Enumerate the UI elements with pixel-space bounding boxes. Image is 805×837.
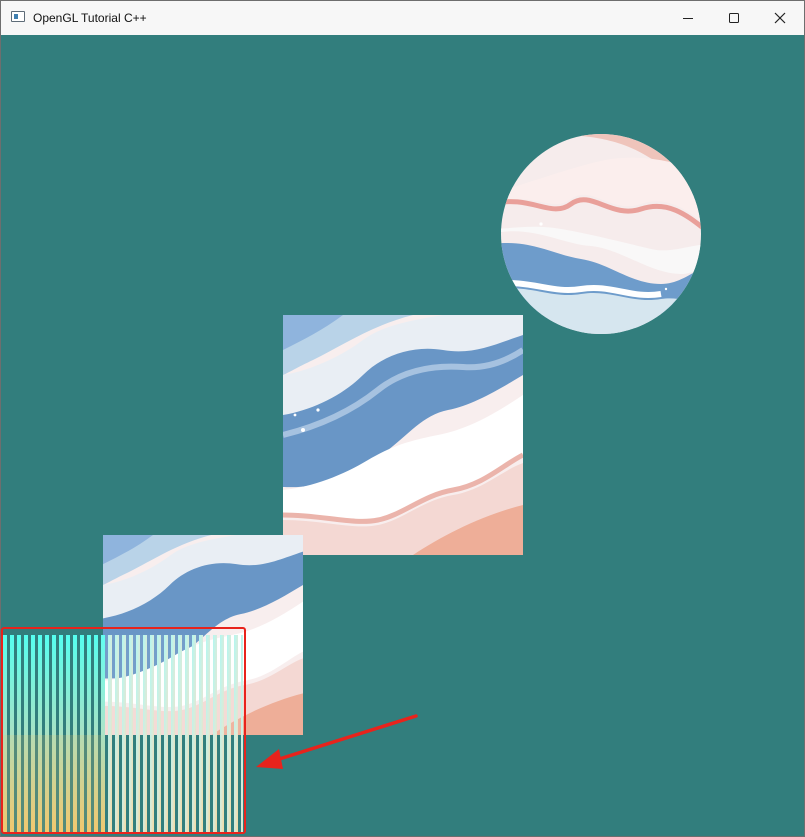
- app-window: OpenGL Tutorial C++: [0, 0, 805, 837]
- window-app-icon: [11, 11, 25, 22]
- close-button[interactable]: [757, 1, 803, 35]
- circle-textured-quad: [501, 134, 701, 334]
- highlight-box: [1, 627, 246, 834]
- close-icon: [774, 12, 786, 24]
- minimize-button[interactable]: [665, 1, 711, 35]
- maximize-icon: [729, 13, 739, 23]
- minimize-icon: [683, 18, 693, 19]
- maximize-button[interactable]: [711, 1, 757, 35]
- title-bar[interactable]: OpenGL Tutorial C++: [1, 1, 804, 35]
- opengl-viewport[interactable]: [1, 35, 804, 836]
- window-title: OpenGL Tutorial C++: [33, 11, 147, 25]
- large-textured-square: [283, 315, 523, 555]
- arrow-icon: [256, 714, 418, 769]
